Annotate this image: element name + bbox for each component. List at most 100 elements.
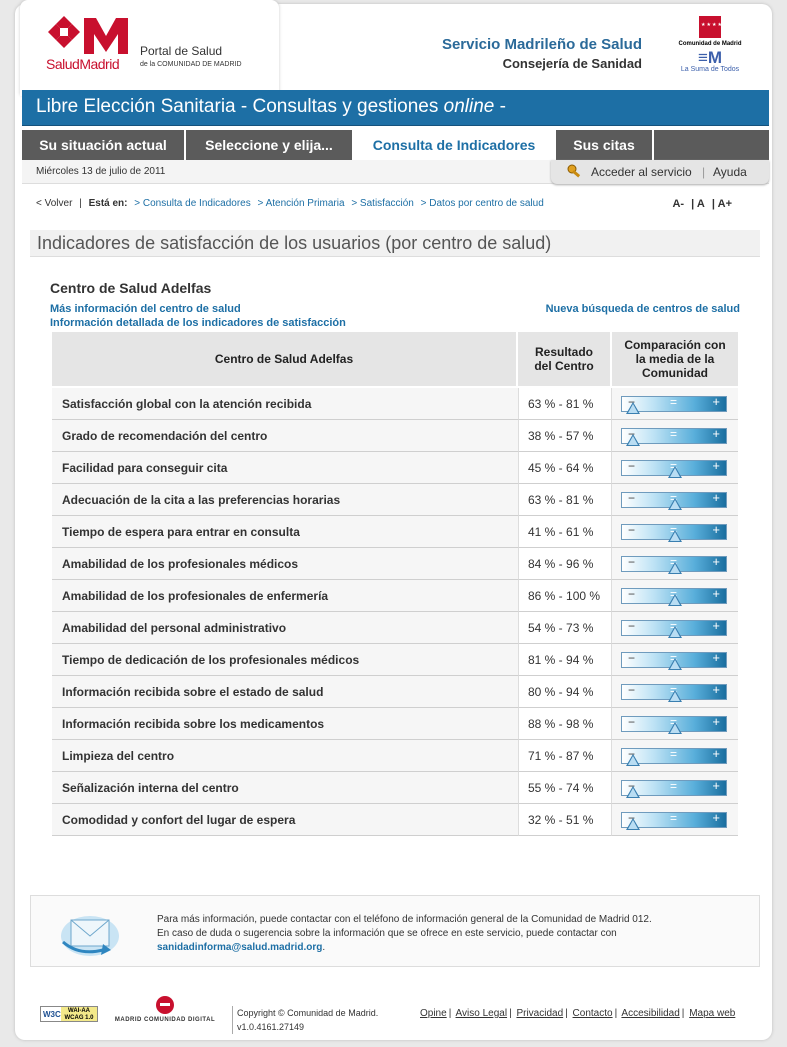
scale-plus: +: [712, 617, 720, 633]
col-header-center: Centro de Salud Adelfas: [52, 332, 518, 388]
more-info-link[interactable]: Más información del centro de salud: [50, 303, 241, 315]
indicator-result: 41 % - 61 %: [518, 516, 612, 548]
table-row: Facilidad para conseguir cita 45 % - 64 %…: [52, 452, 738, 484]
table-row: Tiempo de espera para entrar en consulta…: [52, 516, 738, 548]
scale-plus: +: [712, 457, 720, 473]
comparison-scale: − = +: [621, 585, 727, 606]
wai-aa-badge[interactable]: W3C WAI-AA WCAG 1.0: [40, 1006, 98, 1022]
service-subtitle: Consejería de Sanidad: [502, 56, 642, 71]
comparison-cell: − = +: [612, 772, 738, 804]
footer: W3C WAI-AA WCAG 1.0 MADRID COMUNIDAD DIGI…: [36, 996, 756, 1036]
footer-link-opine[interactable]: Opine: [420, 1008, 447, 1019]
current-date: Miércoles 13 de julio de 2011: [36, 166, 166, 177]
comparison-cell: − = +: [612, 420, 738, 452]
scale-plus: +: [712, 809, 720, 825]
indicator-result: 32 % - 51 %: [518, 804, 612, 836]
scale-plus: +: [712, 585, 720, 601]
scale-minus: −: [628, 618, 636, 633]
font-size-controls: A- | A | A+: [672, 198, 732, 210]
footer-link-mapa[interactable]: Mapa web: [689, 1008, 735, 1019]
detail-info-link[interactable]: Información detallada de los indicadores…: [50, 317, 346, 329]
breadcrumb-label: Está en:: [88, 198, 128, 209]
scale-equal: =: [670, 394, 678, 409]
info-line-1: Para más información, puede contactar co…: [157, 914, 652, 925]
tab-indicadores[interactable]: Consulta de Indicadores: [354, 130, 556, 160]
portal-subtitle: de la COMUNIDAD DE MADRID: [140, 61, 242, 68]
breadcrumb: < Volver | Está en: > Consulta de Indica…: [36, 198, 752, 210]
comparison-marker: [625, 433, 640, 446]
indicator-name: Adecuación de la cita a las preferencias…: [52, 484, 518, 516]
scale-equal: =: [670, 746, 678, 761]
contact-email-link[interactable]: sanidadinforma@salud.madrid.org: [157, 942, 322, 953]
tab-citas[interactable]: Sus citas: [556, 130, 654, 160]
breadcrumb-separator: |: [79, 198, 82, 209]
footer-links: Opine | Aviso Legal | Privacidad | Contacto…: [420, 1008, 736, 1019]
breadcrumb-item-atencion[interactable]: > Atención Primaria: [258, 198, 345, 209]
comunidad-madrid-logo[interactable]: ★★★★ Comunidad de Madrid ≡M La Suma de T…: [670, 16, 750, 86]
indicator-name: Grado de recomendación del centro: [52, 420, 518, 452]
footer-link-privacidad[interactable]: Privacidad: [516, 1008, 563, 1019]
comparison-scale: − = +: [621, 553, 727, 574]
portal-title: Portal de Salud: [140, 44, 223, 58]
comparison-marker: [668, 593, 682, 606]
salud-madrid-logo[interactable]: SaludMadrid Portal de Salud de la COMUNI…: [42, 14, 270, 76]
scale-plus: +: [712, 425, 720, 441]
center-name: Centro de Salud Adelfas: [50, 280, 212, 296]
access-link[interactable]: Acceder al servicio: [591, 165, 692, 179]
table-header-row: Centro de Salud Adelfas Resultado del Cen…: [52, 332, 738, 388]
table-row: Comodidad y confort del lugar de espera 3…: [52, 804, 738, 836]
indicator-name: Información recibida sobre los medicamen…: [52, 708, 518, 740]
comparison-marker: [668, 721, 682, 734]
tab-situacion[interactable]: Su situación actual: [22, 130, 186, 160]
footer-link-accesibilidad[interactable]: Accesibilidad: [621, 1008, 679, 1019]
breadcrumb-item-indicadores[interactable]: > Consulta de Indicadores: [134, 198, 250, 209]
table-row: Información recibida sobre los medicamen…: [52, 708, 738, 740]
font-increase-button[interactable]: A+: [718, 198, 732, 210]
page-header: Indicadores de satisfacción de los usuar…: [30, 230, 760, 257]
footer-link-aviso[interactable]: Aviso Legal: [456, 1008, 508, 1019]
salud-madrid-wordmark: SaludMadrid: [46, 56, 120, 72]
indicator-result: 63 % - 81 %: [518, 484, 612, 516]
cm-m-icon: ≡M: [697, 48, 723, 67]
footer-link-contacto[interactable]: Contacto: [573, 1008, 613, 1019]
service-heading: Servicio Madrileño de Salud Consejería d…: [442, 36, 642, 71]
salud-madrid-m-icon: [48, 16, 128, 54]
breadcrumb-item-datos[interactable]: > Datos por centro de salud: [421, 198, 544, 209]
envelope-icon: [61, 916, 119, 956]
comparison-scale: − = +: [621, 457, 727, 478]
scale-equal: =: [670, 810, 678, 825]
font-decrease-button[interactable]: A-: [672, 198, 684, 210]
new-search-link[interactable]: Nueva búsqueda de centros de salud: [546, 303, 740, 315]
font-normal-button[interactable]: A: [697, 198, 705, 210]
back-link[interactable]: < Volver: [36, 198, 72, 209]
breadcrumb-item-satisfaccion[interactable]: > Satisfacción: [351, 198, 414, 209]
scale-minus: −: [628, 458, 636, 473]
table-row: Adecuación de la cita a las preferencias…: [52, 484, 738, 516]
indicator-name: Comodidad y confort del lugar de espera: [52, 804, 518, 836]
indicators-table: Centro de Salud Adelfas Resultado del Cen…: [52, 332, 738, 836]
comparison-marker: [625, 401, 640, 414]
indicator-result: 45 % - 64 %: [518, 452, 612, 484]
help-link[interactable]: Ayuda: [713, 165, 747, 179]
info-line-3: sanidadinforma@salud.madrid.org.: [157, 942, 326, 953]
comparison-marker: [668, 465, 682, 478]
indicator-name: Amabilidad del personal administrativo: [52, 612, 518, 644]
indicator-result: 80 % - 94 %: [518, 676, 612, 708]
access-box: Acceder al servicio | Ayuda: [551, 160, 769, 184]
scale-plus: +: [712, 489, 720, 505]
comparison-scale: − = +: [621, 394, 727, 414]
scale-minus: −: [628, 522, 636, 537]
main-tabs: Su situación actual Seleccione y elija..…: [22, 130, 769, 160]
indicator-name: Limpieza del centro: [52, 740, 518, 772]
table-row: Limpieza del centro 71 % - 87 % − = +: [52, 740, 738, 772]
madrid-flag-icon: ★★★★: [699, 16, 722, 38]
indicator-result: 54 % - 73 %: [518, 612, 612, 644]
comparison-scale: − = +: [621, 714, 727, 734]
scale-plus: +: [712, 553, 720, 569]
comparison-scale: − = +: [621, 746, 727, 766]
tab-seleccione[interactable]: Seleccione y elija...: [186, 130, 354, 160]
comparison-cell: − = +: [612, 612, 738, 644]
madrid-digital-logo[interactable]: MADRID COMUNIDAD DIGITAL: [106, 996, 224, 1030]
comparison-scale: − = +: [621, 650, 727, 670]
contact-info-text: Para más información, puede contactar co…: [157, 913, 652, 955]
